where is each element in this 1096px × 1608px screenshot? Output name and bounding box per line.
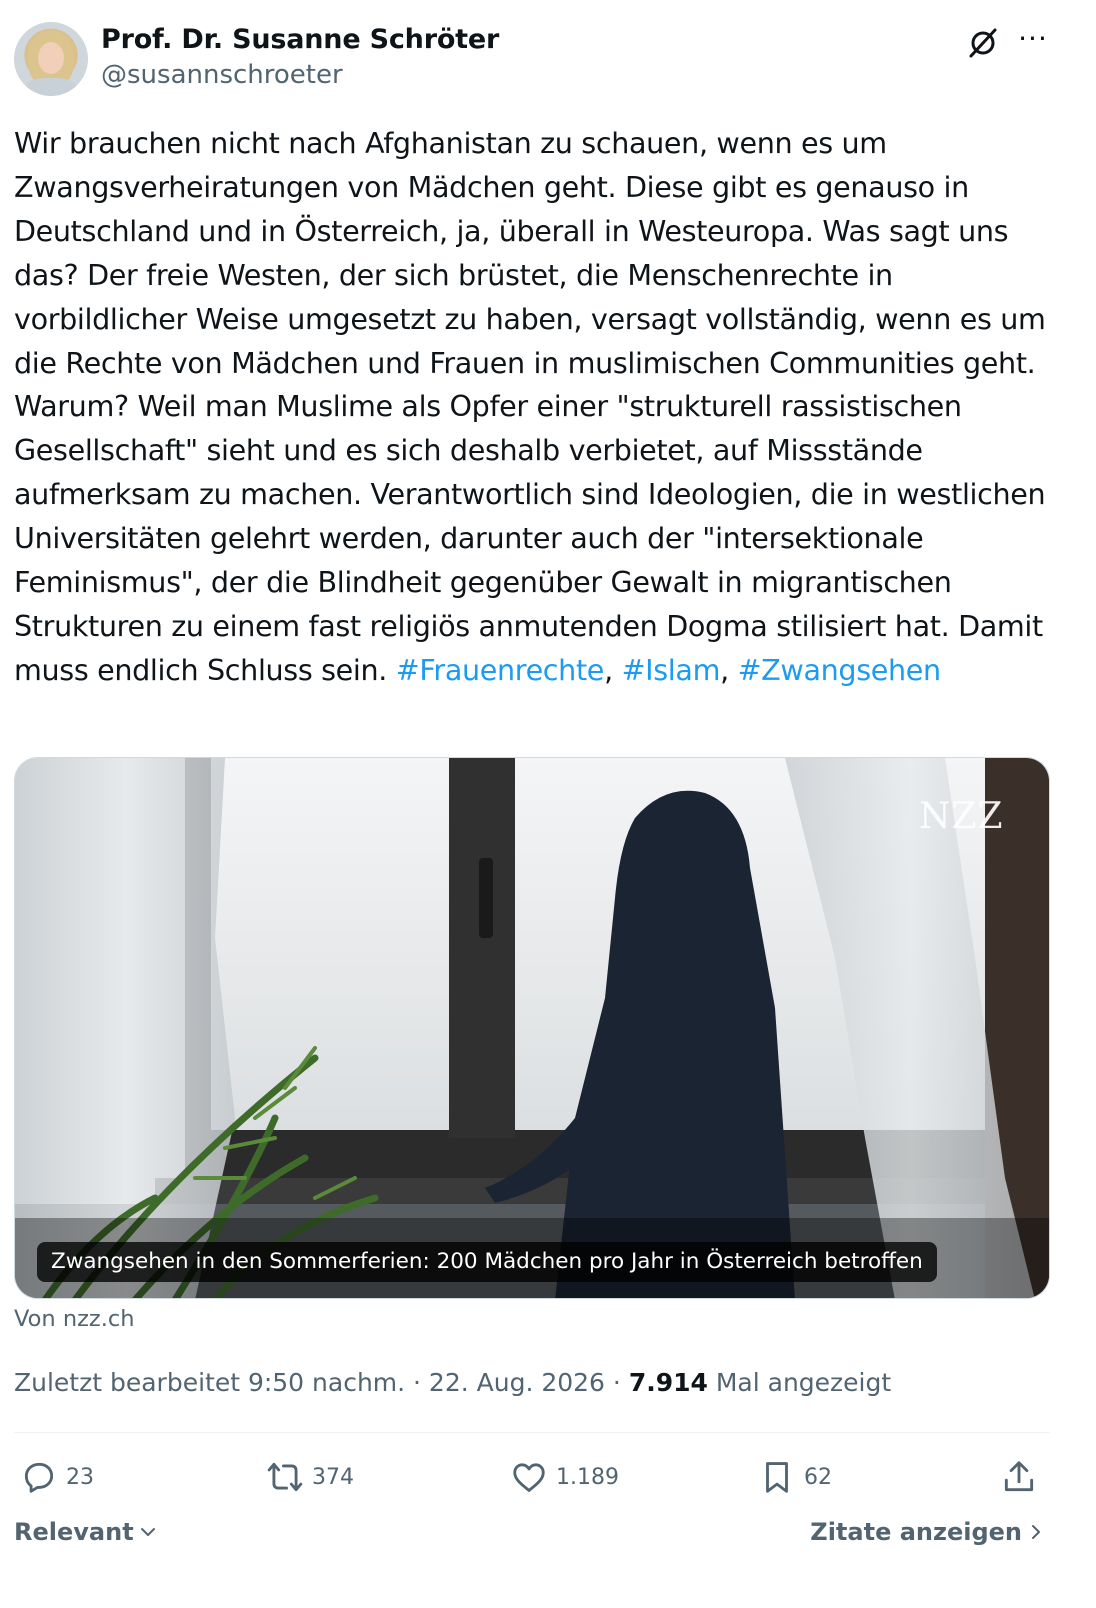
view-quotes-button[interactable]: Zitate anzeigen	[810, 1518, 1046, 1546]
share-icon	[1004, 1461, 1034, 1492]
action-bar: 23 374 1.189 62	[14, 1452, 1050, 1502]
reply-button[interactable]: 23	[20, 1452, 94, 1502]
quotes-label: Zitate anzeigen	[810, 1518, 1022, 1546]
grok-icon[interactable]	[966, 26, 1000, 60]
retweet-button[interactable]: 374	[266, 1452, 354, 1502]
more-icon[interactable]: ···	[1016, 24, 1050, 58]
sort-relevant-button[interactable]: Relevant	[14, 1518, 158, 1546]
tweet-meta: Zuletzt bearbeitet 9:50 nachm. · 22. Aug…	[14, 1368, 891, 1397]
hashtag-separator: ,	[720, 652, 729, 687]
edited-timestamp[interactable]: Zuletzt bearbeitet 9:50 nachm. · 22. Aug…	[14, 1368, 621, 1397]
like-count: 1.189	[556, 1464, 619, 1490]
divider	[14, 1432, 1050, 1433]
share-button[interactable]	[1000, 1452, 1038, 1502]
bookmark-button[interactable]: 62	[758, 1452, 832, 1502]
reply-icon	[24, 1462, 54, 1493]
card-image	[15, 758, 1049, 1298]
tweet-body: Wir brauchen nicht nach Afghanistan zu s…	[14, 126, 1046, 687]
bookmark-count: 62	[804, 1464, 832, 1490]
author-handle[interactable]: @susannschroeter	[101, 60, 343, 90]
author-name[interactable]: Prof. Dr. Susanne Schröter	[101, 24, 499, 55]
like-button[interactable]: 1.189	[510, 1452, 619, 1502]
reply-count: 23	[66, 1464, 94, 1490]
link-card[interactable]: NZZ Zwangsehen in den Sommerferien: 200 …	[14, 757, 1050, 1299]
card-caption: Zwangsehen in den Sommerferien: 200 Mädc…	[37, 1242, 937, 1282]
chevron-down-icon	[140, 1528, 155, 1536]
like-icon	[513, 1463, 545, 1492]
avatar-shirt	[24, 78, 78, 96]
sort-label: Relevant	[14, 1518, 134, 1546]
nzz-logo: NZZ	[919, 796, 1004, 837]
tweet-text: Wir brauchen nicht nach Afghanistan zu s…	[14, 122, 1064, 693]
chevron-right-icon	[1032, 1525, 1040, 1539]
card-source[interactable]: Von nzz.ch	[14, 1306, 135, 1332]
bookmark-icon	[766, 1462, 788, 1493]
views-label: Mal angezeigt	[715, 1368, 892, 1397]
hashtag-separator: ,	[604, 652, 613, 687]
avatar-face	[38, 42, 64, 74]
retweet-count: 374	[312, 1464, 354, 1490]
retweet-icon	[267, 1462, 303, 1492]
avatar[interactable]	[14, 22, 88, 96]
views-count: 7.914	[628, 1368, 708, 1397]
hashtag-zwangsehen[interactable]: #Zwangsehen	[738, 653, 942, 687]
hashtag-islam[interactable]: #Islam	[622, 653, 721, 687]
hashtag-frauenrechte[interactable]: #Frauenrechte	[396, 653, 605, 687]
